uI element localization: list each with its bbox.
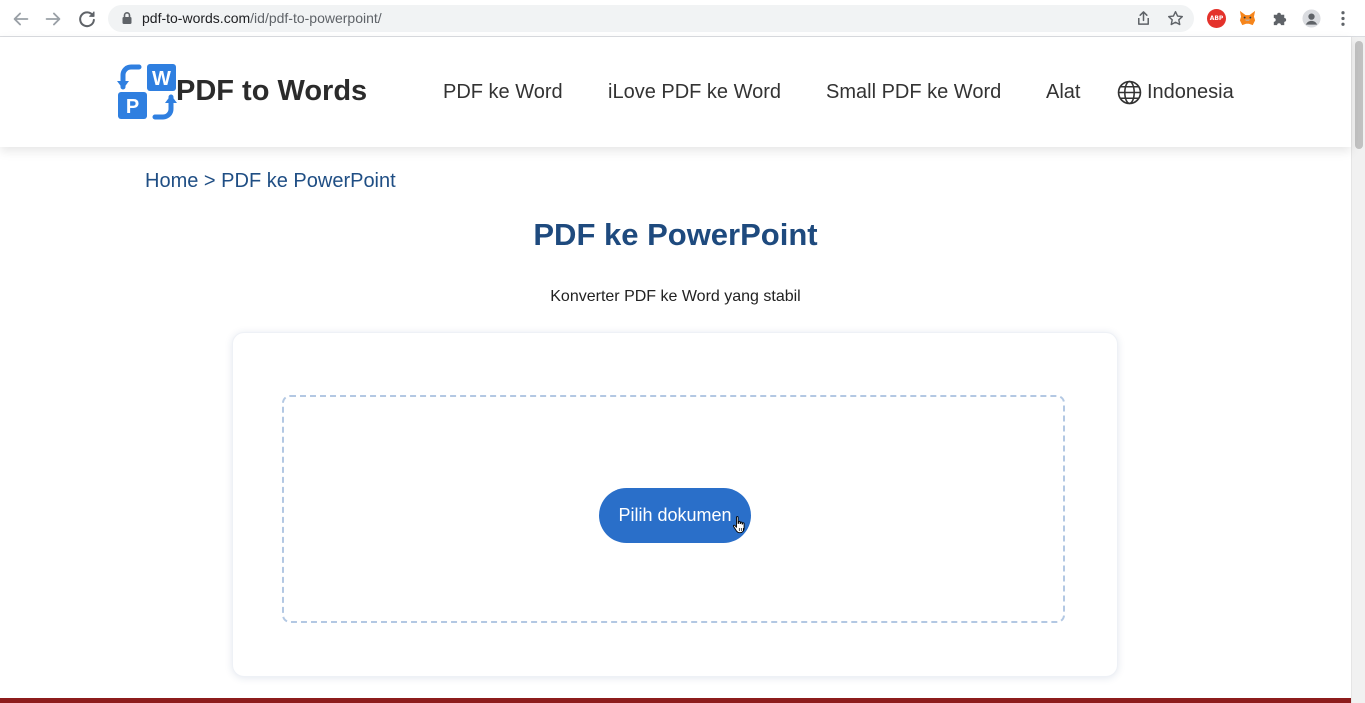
logo-text[interactable]: PDF to Words bbox=[176, 75, 367, 108]
logo-icon[interactable]: W P bbox=[117, 63, 177, 121]
svg-text:P: P bbox=[126, 96, 139, 118]
site-header: W P PDF to Words PDF ke Word iLove PDF k… bbox=[0, 37, 1351, 147]
share-icon[interactable] bbox=[1135, 10, 1152, 27]
page-subtitle: Konverter PDF ke Word yang stabil bbox=[550, 288, 801, 305]
nav-small-pdf-ke-word[interactable]: Small PDF ke Word bbox=[826, 81, 1001, 104]
url-text: pdf-to-words.com/id/pdf-to-powerpoint/ bbox=[142, 10, 382, 26]
page-title: PDF ke PowerPoint bbox=[533, 217, 818, 252]
choose-document-button[interactable]: Pilih dokumen bbox=[599, 488, 751, 543]
page-scrollbar[interactable] bbox=[1351, 37, 1365, 703]
svg-text:W: W bbox=[152, 68, 171, 90]
globe-icon[interactable] bbox=[1117, 80, 1142, 105]
breadcrumb: Home > PDF ke PowerPoint bbox=[145, 170, 396, 193]
metamask-fox-icon[interactable] bbox=[1238, 9, 1257, 28]
extensions-puzzle-icon[interactable] bbox=[1270, 9, 1289, 28]
nav-ilove-pdf-ke-word[interactable]: iLove PDF ke Word bbox=[608, 81, 781, 104]
upload-card: Pilih dokumen bbox=[232, 332, 1118, 677]
scrollbar-thumb[interactable] bbox=[1355, 41, 1363, 149]
browser-toolbar: pdf-to-words.com/id/pdf-to-powerpoint/ A… bbox=[0, 0, 1365, 37]
file-dropzone[interactable]: Pilih dokumen bbox=[282, 395, 1065, 623]
language-selector[interactable]: Indonesia bbox=[1147, 81, 1234, 104]
nav-pdf-ke-word[interactable]: PDF ke Word bbox=[443, 81, 563, 104]
hand-cursor-icon bbox=[733, 516, 745, 534]
profile-avatar-icon[interactable] bbox=[1302, 9, 1321, 28]
reload-icon[interactable] bbox=[76, 8, 98, 30]
footer-strip bbox=[0, 698, 1351, 703]
nav-alat[interactable]: Alat bbox=[1046, 81, 1080, 104]
breadcrumb-current[interactable]: PDF ke PowerPoint bbox=[221, 170, 396, 192]
breadcrumb-separator: > bbox=[203, 170, 216, 192]
back-arrow-icon[interactable] bbox=[10, 8, 32, 30]
adblock-plus-icon[interactable]: ABP bbox=[1207, 9, 1226, 28]
lock-icon bbox=[122, 12, 132, 24]
forward-arrow-icon[interactable] bbox=[42, 8, 64, 30]
breadcrumb-home[interactable]: Home bbox=[145, 170, 198, 192]
address-bar[interactable]: pdf-to-words.com/id/pdf-to-powerpoint/ bbox=[108, 5, 1194, 32]
kebab-menu-icon[interactable] bbox=[1335, 9, 1351, 28]
bookmark-star-icon[interactable] bbox=[1167, 10, 1184, 27]
